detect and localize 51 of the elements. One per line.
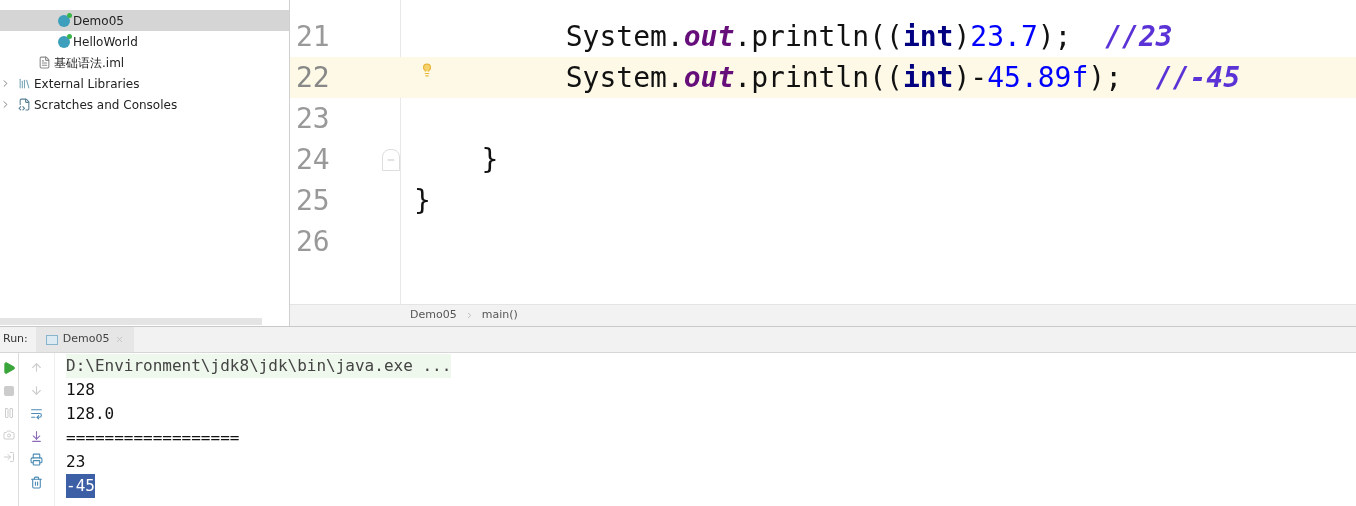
library-icon bbox=[18, 77, 31, 90]
trash-icon[interactable] bbox=[30, 476, 43, 489]
console-output: 128.0 bbox=[66, 403, 115, 425]
line-number: 22 bbox=[295, 59, 331, 96]
pause-icon[interactable] bbox=[3, 407, 15, 419]
code-text: System.out.println((int)-45.89f); //-45 bbox=[565, 59, 1241, 96]
breadcrumb[interactable]: Demo05 bbox=[410, 307, 457, 324]
close-icon[interactable] bbox=[114, 335, 124, 344]
class-icon bbox=[58, 35, 70, 48]
class-icon bbox=[58, 14, 70, 27]
tree-item[interactable]: 基础语法.iml bbox=[0, 52, 289, 73]
code-text: } bbox=[414, 182, 431, 219]
tree-item[interactable]: Scratches and Consoles bbox=[0, 94, 289, 115]
run-label: Run: bbox=[2, 331, 29, 348]
line-number: 25 bbox=[295, 182, 331, 219]
scroll-to-end-icon[interactable] bbox=[30, 430, 43, 443]
console-icon bbox=[45, 334, 58, 345]
print-icon[interactable] bbox=[30, 453, 43, 466]
console-command: D:\Environment\jdk8\jdk\bin\java.exe ... bbox=[66, 354, 452, 378]
tree-item-label: Demo05 bbox=[73, 12, 124, 30]
camera-icon[interactable] bbox=[3, 429, 15, 441]
soft-wrap-icon[interactable] bbox=[30, 407, 43, 420]
line-number: 24 bbox=[295, 141, 331, 178]
code-text: } bbox=[481, 141, 499, 178]
line-number: 21 bbox=[295, 18, 331, 55]
tree-item[interactable]: Demo05 bbox=[0, 10, 289, 31]
line-number: 26 bbox=[295, 223, 331, 260]
run-tab[interactable]: Demo05 bbox=[35, 327, 134, 352]
console-output: -45 bbox=[66, 474, 95, 498]
scratch-file-icon bbox=[18, 98, 31, 111]
tree-item-label: External Libraries bbox=[34, 75, 140, 93]
tree-item[interactable]: External Libraries bbox=[0, 73, 289, 94]
exit-icon[interactable] bbox=[3, 451, 15, 463]
tree-item-label: HelloWorld bbox=[73, 33, 138, 51]
file-icon bbox=[38, 56, 51, 69]
breadcrumb[interactable]: main() bbox=[481, 307, 518, 324]
stop-icon[interactable] bbox=[3, 385, 15, 397]
run-icon[interactable] bbox=[2, 361, 16, 375]
console-output: ================== bbox=[66, 427, 240, 449]
tree-item[interactable]: HelloWorld bbox=[0, 31, 289, 52]
console-output: 23 bbox=[66, 451, 86, 473]
fold-icon[interactable] bbox=[382, 148, 400, 171]
console-output: 128 bbox=[66, 379, 95, 401]
lightbulb-icon[interactable] bbox=[420, 63, 434, 77]
code-text: System.out.println((int)23.7); //23 bbox=[565, 18, 1173, 55]
arrow-down-icon[interactable] bbox=[30, 384, 43, 397]
horizontal-scrollbar[interactable] bbox=[0, 318, 262, 325]
tree-item-label: 基础语法.iml bbox=[54, 54, 125, 72]
tree-item-label: Scratches and Consoles bbox=[34, 96, 178, 114]
line-number: 23 bbox=[295, 100, 331, 137]
arrow-up-icon[interactable] bbox=[30, 361, 43, 374]
